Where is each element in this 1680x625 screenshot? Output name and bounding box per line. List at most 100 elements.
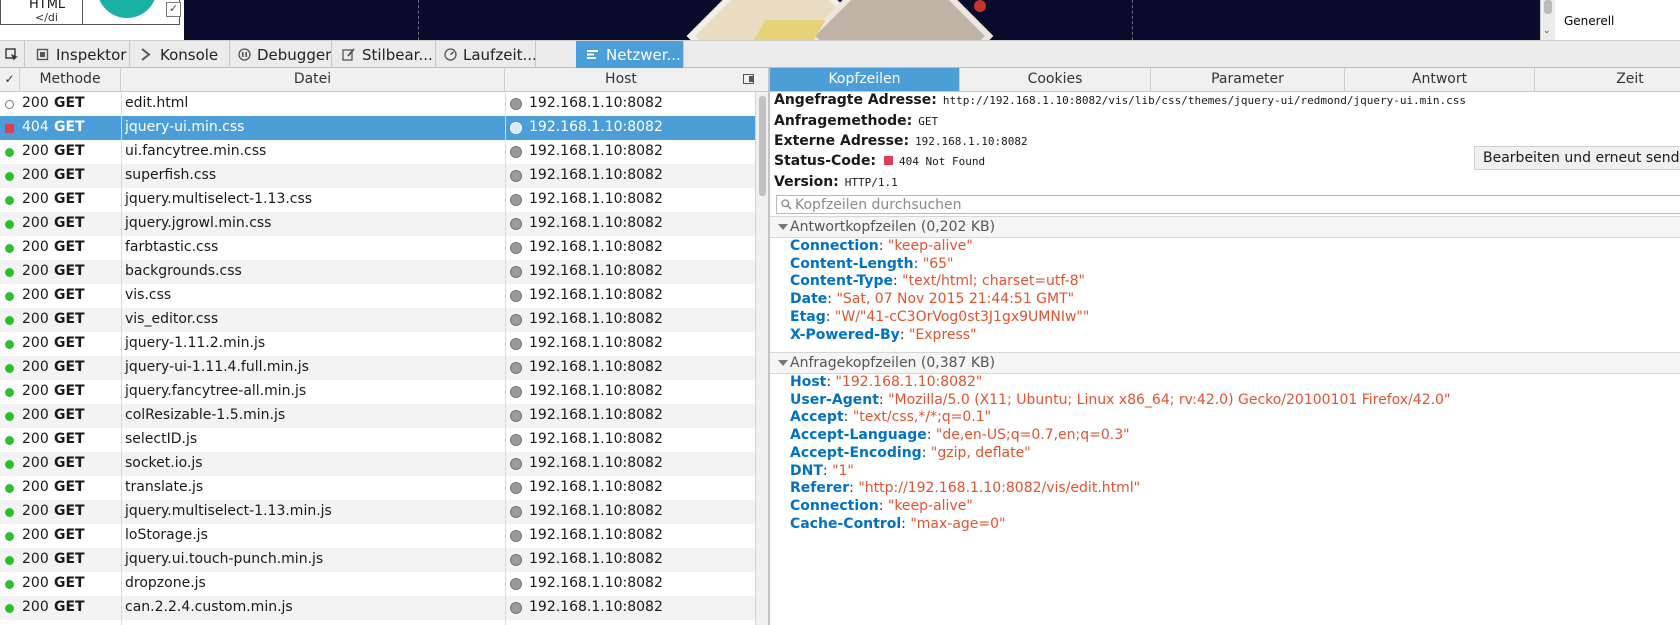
tab-netzwerkanalyse[interactable]: Netzwer... (576, 41, 684, 68)
html-widget-preview[interactable]: HTML </di (0, 0, 84, 25)
request-row[interactable]: 200 GET jquery.ui.touch-punch.min.js 192.16… (0, 548, 755, 572)
scroll-down-icon[interactable]: ⌄ (1543, 26, 1551, 36)
header-line[interactable]: Referer: "http://192.168.1.10:8082/vis/e… (790, 480, 1140, 499)
expand-arrow-icon (778, 360, 788, 366)
scrollbar-thumb[interactable] (1544, 0, 1552, 14)
request-row[interactable]: 200 GET ui.fancytree.min.css 192.168.1.10:8… (0, 140, 755, 164)
request-row[interactable]: 200 GET farbtastic.css 192.168.1.10:8082 (0, 236, 755, 260)
tab-cookies[interactable]: Cookies (960, 68, 1151, 91)
debugger-icon (238, 48, 251, 61)
request-row[interactable]: 200 GET selectID.js 192.168.1.10:8082 (0, 428, 755, 452)
header-line[interactable]: Accept-Encoding: "gzip, deflate" (790, 445, 1031, 464)
header-separator: : (878, 497, 888, 514)
toggle-details-icon[interactable] (743, 74, 754, 84)
request-row[interactable]: 200 GET jquery.jgrowl.min.css 192.168.1.10:… (0, 212, 755, 236)
header-separator: : (878, 238, 888, 254)
header-line[interactable]: Connection: "keep-alive" (790, 498, 973, 517)
widget-checkbox[interactable]: ✓ (166, 2, 181, 17)
search-icon (781, 199, 792, 210)
tab-kopfzeilen[interactable]: Kopfzeilen (770, 68, 960, 91)
header-line[interactable]: DNT: "1" (790, 463, 854, 482)
file-column-header[interactable]: Datei (121, 68, 505, 91)
header-name: Accept (790, 409, 844, 426)
header-separator: : (899, 326, 909, 343)
request-row[interactable]: 200 GET superfish.css 192.168.1.10:8082 (0, 164, 755, 188)
status-indicator-icon (5, 292, 14, 301)
request-row[interactable]: 200 GET edit.html 192.168.1.10:8082 (0, 92, 755, 116)
guide-line (1132, 0, 1133, 40)
status-code: 200 (22, 239, 49, 255)
request-row[interactable]: 200 GET vis_editor.css 192.168.1.10:8082 (0, 308, 755, 332)
request-row[interactable]: 200 GET jquery.fancytree-all.min.js 192.168… (0, 380, 755, 404)
header-line[interactable]: Host: "192.168.1.10:8082" (790, 374, 982, 393)
header-line[interactable]: X-Powered-By: "Express" (790, 327, 977, 346)
header-line[interactable]: Etag: "W/"41-cC3OrVog0st3J1gx9UMNIw"" (790, 309, 1089, 328)
tab-inspektor[interactable]: Inspektor (26, 41, 130, 68)
tab-label: Debugger (257, 45, 332, 64)
request-row[interactable]: 200 GET socket.io.js 192.168.1.10:8082 (0, 452, 755, 476)
tab-debugger[interactable]: Debugger (230, 41, 332, 68)
tab-antwort[interactable]: Antwort (1345, 68, 1535, 91)
request-row[interactable]: 200 GET jquery.multiselect-1.13.css 192.168… (0, 188, 755, 212)
response-headers-section[interactable]: Antwortkopfzeilen (0,202 KB) (770, 216, 1680, 238)
request-row[interactable]: 200 GET vis.css 192.168.1.10:8082 (0, 284, 755, 308)
request-method: GET (54, 239, 85, 255)
request-row[interactable]: 200 GET colResizable-1.5.min.js 192.168.1.1… (0, 404, 755, 428)
status-code: 200 (22, 575, 49, 591)
request-method: GET (54, 503, 85, 519)
request-method-label: Anfragemethode: (774, 113, 913, 129)
header-line[interactable]: Date: "Sat, 07 Nov 2015 21:44:51 GMT" (790, 291, 1074, 310)
globe-icon (510, 290, 522, 302)
header-line[interactable]: Content-Type: "text/html; charset=utf-8" (790, 273, 1085, 292)
header-name: Content-Length (790, 255, 914, 272)
tab-laufzeitanalyse[interactable]: Laufzeit... (436, 41, 536, 68)
request-row[interactable]: 404 GET jquery-ui.min.css 192.168.1.10:8082 (0, 116, 755, 140)
header-line[interactable]: Accept-Language: "de,en-US;q=0.7,en;q=0.… (790, 427, 1130, 446)
request-host: 192.168.1.10:8082 (529, 311, 663, 327)
status-indicator-icon (5, 388, 14, 397)
request-row[interactable]: 200 GET jquery-1.11.2.min.js 192.168.1.10:8… (0, 332, 755, 356)
globe-icon (510, 506, 522, 518)
header-line[interactable]: Content-Length: "65" (790, 256, 953, 275)
request-headers-section[interactable]: Anfragekopfzeilen (0,387 KB) (770, 352, 1680, 374)
status-indicator-icon (5, 148, 14, 157)
request-row[interactable]: 200 GET backgrounds.css 192.168.1.10:8082 (0, 260, 755, 284)
tab-stilbearbeitung[interactable]: Stilbear... (332, 41, 436, 68)
floorplan-canvas[interactable] (184, 0, 1540, 40)
scrollbar-thumb[interactable] (759, 96, 766, 196)
tab-konsole[interactable]: Konsole (130, 41, 230, 68)
host-column-header[interactable]: Host (505, 68, 737, 91)
headers-filter-input[interactable]: Kopfzeilen durchsuchen (776, 195, 1680, 214)
status-column-header[interactable]: ✓ (0, 68, 20, 91)
request-row[interactable]: 200 GET loStorage.js 192.168.1.10:8082 (0, 524, 755, 548)
tab-parameter[interactable]: Parameter (1151, 68, 1345, 91)
globe-icon (510, 122, 522, 134)
header-line[interactable]: Connection: "keep-alive" (790, 238, 973, 257)
header-name: DNT (790, 462, 823, 479)
filter-placeholder: Kopfzeilen durchsuchen (795, 197, 962, 213)
page-scrollbar[interactable]: ⌄ (1540, 0, 1555, 40)
request-method: GET (54, 431, 85, 447)
header-name: Accept-Encoding (790, 444, 922, 461)
request-row[interactable]: 200 GET translate.js 192.168.1.10:8082 (0, 476, 755, 500)
request-row[interactable]: 200 GET can.2.2.4.custom.min.js 192.168.1.1… (0, 596, 755, 620)
request-row[interactable]: 200 GET jquery.multiselect-1.13.min.js 192.… (0, 500, 755, 524)
tab-zeit[interactable]: Zeit (1535, 68, 1680, 91)
header-line[interactable]: Accept: "text/css,*/*;q=0.1" (790, 409, 991, 428)
header-line[interactable]: User-Agent: "Mozilla/5.0 (X11; Ubuntu; L… (790, 392, 1450, 411)
request-row[interactable]: 200 GET jquery-ui-1.11.4.full.min.js 192.16… (0, 356, 755, 380)
edit-and-resend-button[interactable]: Bearbeiten und erneut senden (1474, 146, 1680, 170)
request-row[interactable]: 200 GET dropzone.js 192.168.1.10:8082 (0, 572, 755, 596)
method-column-header[interactable]: Methode (20, 68, 121, 91)
request-file: translate.js (125, 479, 204, 495)
request-method: GET (54, 383, 85, 399)
generell-label[interactable]: Generell (1564, 14, 1614, 28)
header-line[interactable]: Cache-Control: "max-age=0" (790, 516, 1006, 535)
column-divider (505, 92, 506, 625)
performance-icon (444, 48, 457, 61)
element-picker-button[interactable] (0, 41, 25, 68)
request-file: jquery.multiselect-1.13.css (125, 191, 313, 207)
status-code: 200 (22, 551, 49, 567)
request-file: jquery.multiselect-1.13.min.js (125, 503, 332, 519)
requests-scrollbar[interactable] (755, 92, 768, 625)
